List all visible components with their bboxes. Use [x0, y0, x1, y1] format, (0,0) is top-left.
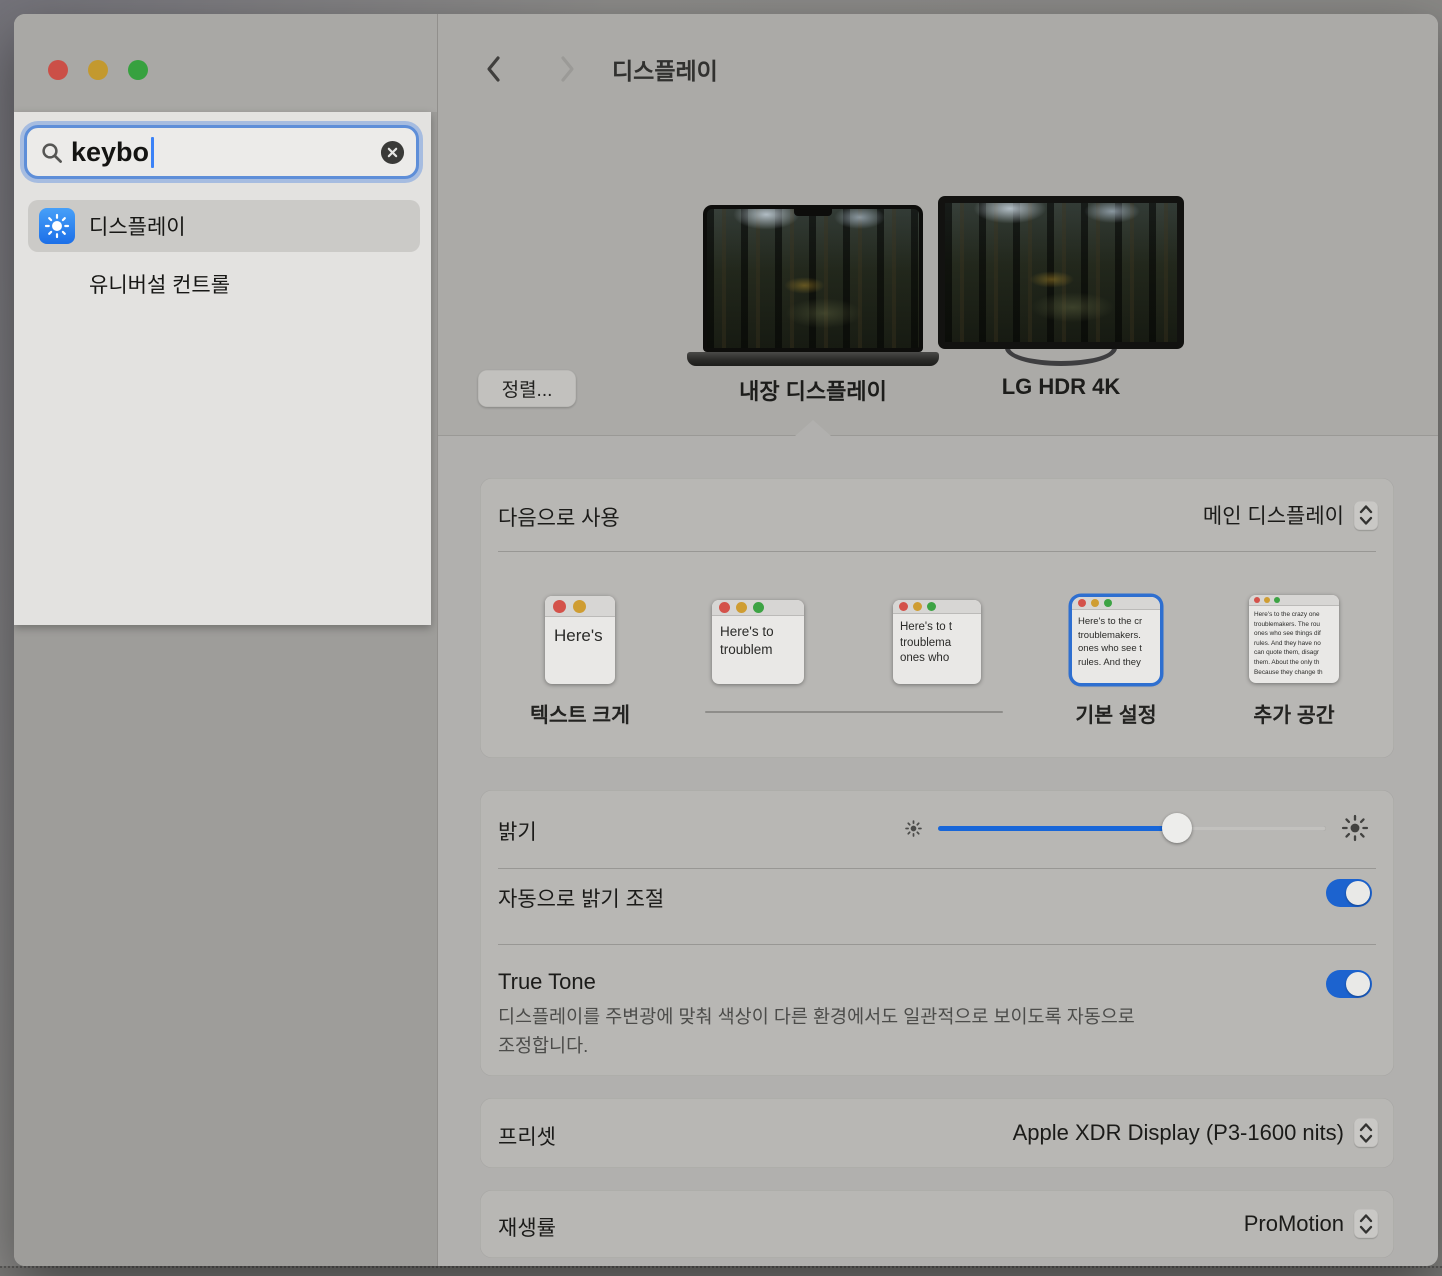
- brightness-slider-fill: [938, 826, 1177, 831]
- preset-value: Apple XDR Display (P3-1600 nits): [1013, 1120, 1344, 1146]
- brightness-label: 밝기: [498, 816, 537, 846]
- forward-icon[interactable]: [555, 54, 579, 89]
- preset-label: 프리셋: [498, 1121, 556, 1151]
- brightness-bright-icon: [1341, 814, 1369, 847]
- scaling-option-2[interactable]: Here's to troublem: [712, 600, 804, 684]
- refresh-rate-value: ProMotion: [1244, 1211, 1344, 1237]
- laptop-notch: [794, 209, 832, 216]
- scaling-label-larger-text: 텍스트 크게: [500, 698, 660, 728]
- chevron-up-down-icon[interactable]: [1354, 1209, 1378, 1238]
- chevron-up-down-icon[interactable]: [1354, 1118, 1378, 1147]
- brightness-slider-thumb[interactable]: [1162, 813, 1192, 843]
- scaling-option-3[interactable]: Here's to t troublema ones who: [893, 600, 981, 684]
- mini-close-dot: [899, 602, 908, 611]
- use-as-label: 다음으로 사용: [498, 502, 620, 532]
- true-tone-label: True Tone: [498, 969, 596, 995]
- back-icon[interactable]: [482, 54, 506, 89]
- brightness-slider-track[interactable]: [938, 826, 1326, 831]
- text-caret: [151, 137, 154, 168]
- refresh-rate-card: 재생률 ProMotion: [480, 1190, 1394, 1258]
- auto-brightness-label: 자동으로 밝기 조절: [498, 883, 664, 913]
- mini-zoom-dot: [1274, 597, 1280, 603]
- search-result-label: 유니버설 컨트롤: [89, 262, 230, 306]
- wallpaper-thumbnail: [945, 203, 1177, 342]
- mini-min-dot: [1264, 597, 1270, 603]
- mini-close-dot: [553, 600, 566, 613]
- clear-search-icon[interactable]: [380, 140, 405, 165]
- arrange-button[interactable]: 정렬...: [478, 370, 576, 407]
- desktop: ssh-keygen keybo: [0, 0, 1442, 1276]
- display-options-card: 다음으로 사용 메인 디스플레이 Here's: [480, 478, 1394, 758]
- section-divider: [438, 435, 1438, 436]
- sidebar-titlebar[interactable]: [14, 14, 437, 112]
- search-icon: [40, 141, 64, 165]
- toggle-knob: [1346, 881, 1370, 905]
- brightness-dim-icon: [904, 819, 923, 843]
- laptop-base: [687, 352, 939, 366]
- preset-card: 프리셋 Apple XDR Display (P3-1600 nits): [480, 1098, 1394, 1168]
- row-separator: [498, 551, 1376, 552]
- builtin-display-preview[interactable]: [703, 205, 923, 352]
- mini-close-dot: [1254, 597, 1260, 603]
- wallpaper-thumbnail: [707, 209, 919, 348]
- search-results-panel: keybo 디스플레이 유니버설 컨트롤: [14, 112, 431, 625]
- scaling-option-more-space[interactable]: Here's to the crazy one troublemakers. T…: [1249, 595, 1339, 683]
- use-as-value: 메인 디스플레이: [1203, 500, 1344, 530]
- scaling-label-default: 기본 설정: [1036, 698, 1196, 728]
- mini-min-dot: [573, 600, 586, 613]
- brightness-card: 밝기 자동으로 밝기 조절 True Tone 디스플레이를 주변광에 맞춰 색…: [480, 790, 1394, 1076]
- refresh-rate-label: 재생률: [498, 1212, 556, 1242]
- display-settings-icon: [39, 208, 75, 244]
- preset-popup[interactable]: Apple XDR Display (P3-1600 nits): [1013, 1118, 1378, 1147]
- scaling-connector-line: [705, 711, 1003, 713]
- minimize-button[interactable]: [88, 60, 108, 80]
- search-result-universal-control[interactable]: 유니버설 컨트롤: [28, 262, 420, 306]
- page-title: 디스플레이: [612, 54, 718, 84]
- row-separator: [498, 868, 1376, 869]
- search-result-label: 디스플레이: [89, 200, 186, 252]
- scaling-label-more-space: 추가 공간: [1214, 698, 1374, 728]
- system-settings-window: keybo 디스플레이 유니버설 컨트롤: [14, 14, 1438, 1266]
- search-input[interactable]: keybo: [24, 125, 419, 179]
- auto-brightness-toggle[interactable]: [1326, 879, 1372, 907]
- external-display-preview[interactable]: [938, 196, 1184, 349]
- refresh-rate-popup[interactable]: ProMotion: [1244, 1209, 1378, 1238]
- mini-close-dot: [719, 602, 730, 613]
- background-window-edge: [0, 1266, 1442, 1276]
- mini-zoom-dot: [927, 602, 936, 611]
- mini-zoom-dot: [1104, 599, 1112, 607]
- chevron-up-down-icon[interactable]: [1354, 501, 1378, 530]
- sidebar-divider: [437, 14, 438, 1266]
- builtin-display-label: 내장 디스플레이: [703, 374, 923, 406]
- use-as-popup[interactable]: 메인 디스플레이: [1203, 500, 1378, 530]
- mini-min-dot: [913, 602, 922, 611]
- close-button[interactable]: [48, 60, 68, 80]
- scaling-option-larger-text[interactable]: Here's: [545, 596, 615, 684]
- sidebar: keybo 디스플레이 유니버설 컨트롤: [14, 14, 437, 1266]
- mini-close-dot: [1078, 599, 1086, 607]
- scaling-option-default[interactable]: Here's to the cr troublemakers. ones who…: [1072, 597, 1160, 683]
- row-separator: [498, 944, 1376, 945]
- zoom-button[interactable]: [128, 60, 148, 80]
- toggle-knob: [1346, 972, 1370, 996]
- mini-min-dot: [1091, 599, 1099, 607]
- mini-min-dot: [736, 602, 747, 613]
- true-tone-toggle[interactable]: [1326, 970, 1372, 998]
- true-tone-description: 디스플레이를 주변광에 맞춰 색상이 다른 환경에서도 일관적으로 보이도록 자…: [498, 1002, 1135, 1060]
- search-result-displays[interactable]: 디스플레이: [28, 200, 420, 252]
- mini-zoom-dot: [753, 602, 764, 613]
- search-query-text: keybo: [71, 137, 149, 168]
- external-display-label: LG HDR 4K: [951, 374, 1171, 400]
